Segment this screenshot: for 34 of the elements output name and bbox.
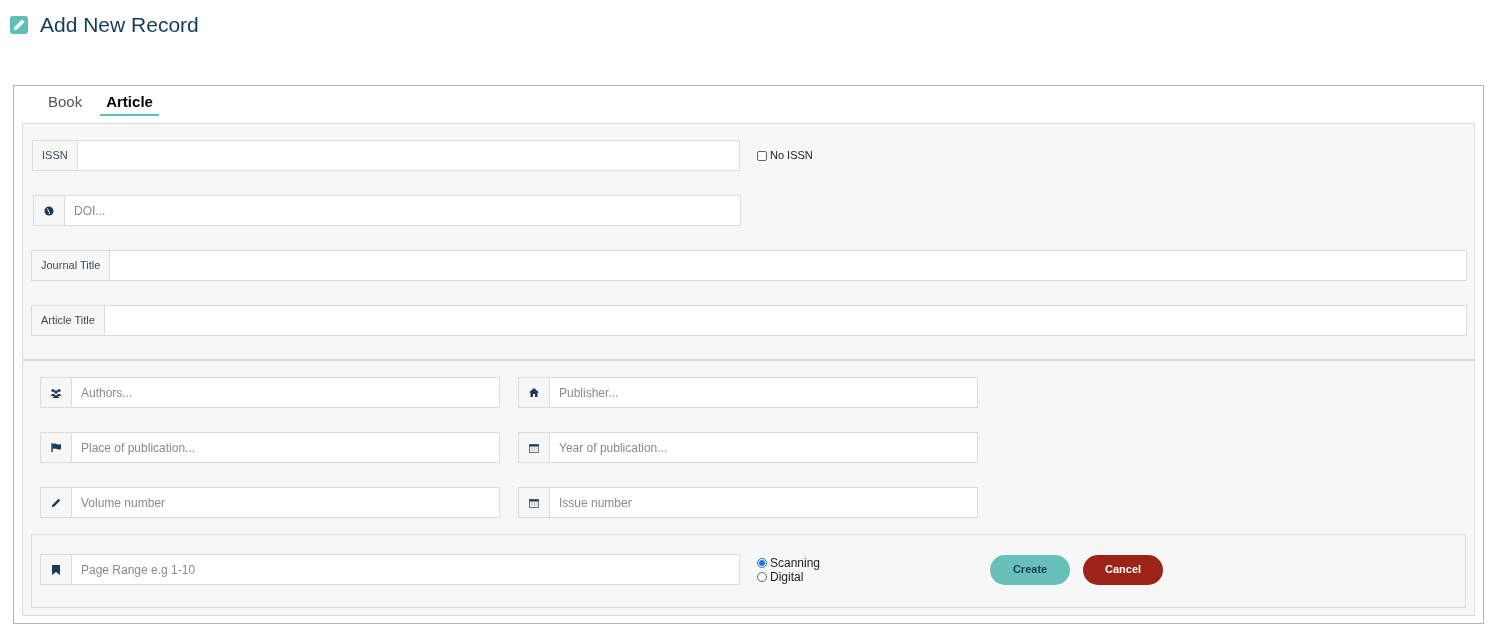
journal-title-field[interactable] <box>110 250 1467 281</box>
no-issn-label: No ISSN <box>770 148 813 164</box>
cancel-button[interactable]: Cancel <box>1083 554 1164 585</box>
text-field[interactable]: Issue number <box>550 487 978 518</box>
doi-field[interactable]: DOI... <box>65 195 741 226</box>
text-field[interactable]: Year of publication... <box>550 432 978 463</box>
page-title: Add New Record <box>40 12 199 39</box>
radio-label: Digital <box>770 569 804 586</box>
field-label: Article Title <box>31 305 105 336</box>
no-issn-checkbox[interactable] <box>757 150 767 161</box>
text-field[interactable]: Volume number <box>72 487 500 518</box>
calendar-icon <box>529 442 539 453</box>
home-icon <box>529 388 539 397</box>
users-icon <box>50 387 62 398</box>
text-field[interactable]: Publisher... <box>550 377 978 408</box>
calendar-icon <box>529 497 539 508</box>
radio-label: Scanning <box>770 554 821 572</box>
field-label: Journal Title <box>31 250 111 281</box>
edit-icon <box>10 16 28 34</box>
flag-icon <box>51 443 61 452</box>
text-field[interactable]: Place of publication... <box>72 432 500 463</box>
bookmark-icon <box>52 564 60 575</box>
radio-button[interactable] <box>757 557 767 568</box>
field-label: ISSN <box>32 140 78 171</box>
globe-icon <box>44 205 54 216</box>
radio-button[interactable] <box>757 571 767 582</box>
pencil-icon <box>51 497 61 508</box>
issn-field[interactable] <box>77 140 740 171</box>
tab[interactable]: Book <box>42 91 89 116</box>
page-range-field[interactable]: Page Range e.g 1-10 <box>72 554 740 585</box>
article-title-field[interactable] <box>104 305 1467 336</box>
create-button[interactable]: Create <box>990 554 1071 585</box>
tab[interactable]: Article <box>100 91 159 116</box>
text-field[interactable]: Authors... <box>72 377 500 408</box>
